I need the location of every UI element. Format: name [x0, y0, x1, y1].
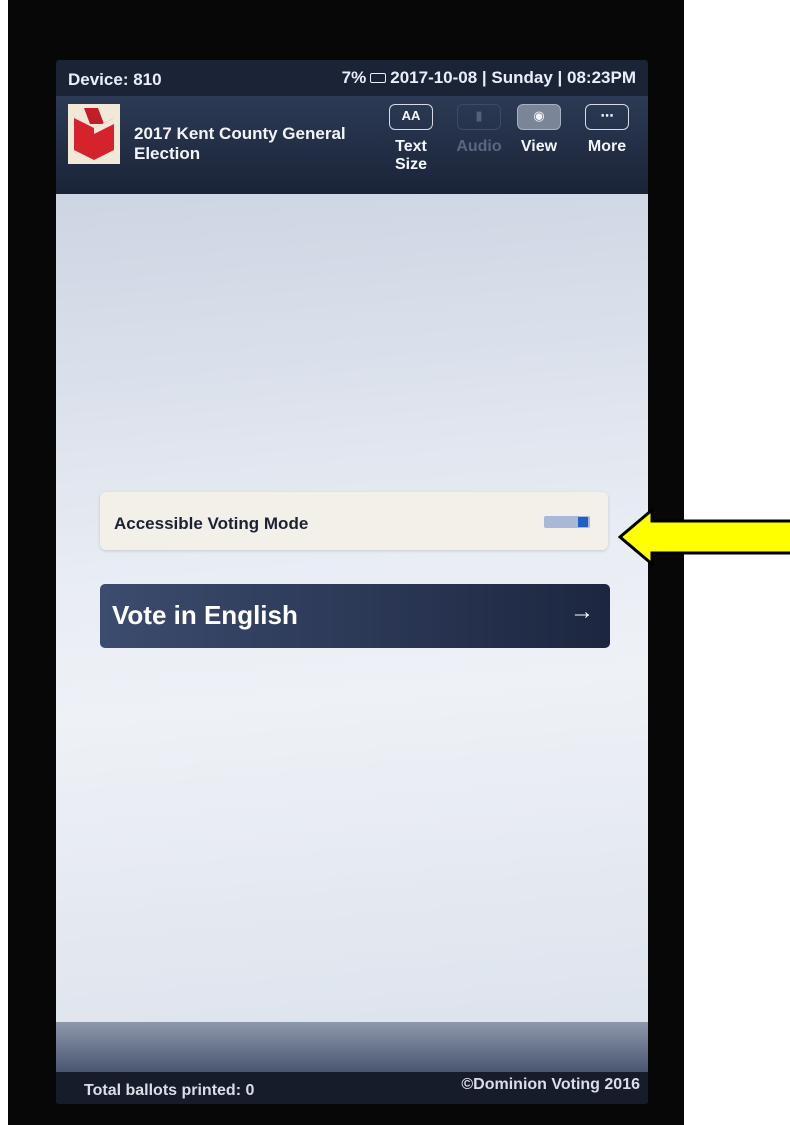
ballots-printed: Total ballots printed: 0 — [84, 1082, 255, 1099]
text-size-button[interactable]: AA Text Size — [382, 104, 440, 174]
election-title: 2017 Kent County General Election — [134, 124, 346, 163]
view-label: View — [520, 138, 558, 155]
vote-button-label: Vote in English — [112, 600, 298, 630]
right-arrow-icon: → — [570, 598, 594, 625]
main-content: Accessible Voting Mode Vote in English → — [56, 194, 648, 1022]
device-id: Device: 810 — [68, 70, 162, 89]
accessible-voting-mode-row[interactable]: Accessible Voting Mode — [100, 492, 608, 550]
view-button[interactable]: ◉ View — [510, 104, 568, 156]
vote-in-english-button[interactable]: Vote in English → — [100, 584, 610, 648]
audio-button[interactable]: ▮ Audio — [450, 104, 508, 156]
app-header: 2017 Kent County General Election AA Tex… — [56, 96, 648, 194]
battery-percent: 7% — [341, 68, 367, 87]
more-button[interactable]: ⋯ More — [578, 104, 636, 156]
ballot-logo-icon — [68, 104, 120, 164]
more-label: More — [587, 138, 627, 155]
text-size-icon: AA — [389, 104, 433, 130]
toggle-knob — [578, 517, 588, 527]
accessible-voting-mode-label: Accessible Voting Mode — [114, 514, 309, 533]
text-size-label: Text Size — [394, 138, 427, 173]
audio-label: Audio — [456, 138, 502, 155]
eye-icon: ◉ — [517, 104, 561, 130]
ellipsis-icon: ⋯ — [585, 104, 629, 130]
battery-icon — [370, 72, 387, 83]
speaker-icon: ▮ — [457, 104, 501, 130]
status-right: 7% 2017-10-08 | Sunday | 08:23PM — [342, 68, 636, 88]
status-bar: Device: 810 7% 2017-10-08 | Sunday | 08:2… — [56, 60, 648, 96]
accessible-mode-toggle[interactable] — [544, 516, 590, 528]
bottom-band — [56, 1022, 648, 1072]
callout-arrow-icon — [618, 508, 790, 566]
voting-screen: Device: 810 7% 2017-10-08 | Sunday | 08:2… — [56, 60, 648, 1104]
footer-bar: Total ballots printed: 0 ©Dominion Votin… — [56, 1072, 648, 1104]
datetime: 2017-10-08 | Sunday | 08:23PM — [390, 68, 636, 87]
copyright: ©Dominion Voting 2016 — [461, 1076, 640, 1093]
